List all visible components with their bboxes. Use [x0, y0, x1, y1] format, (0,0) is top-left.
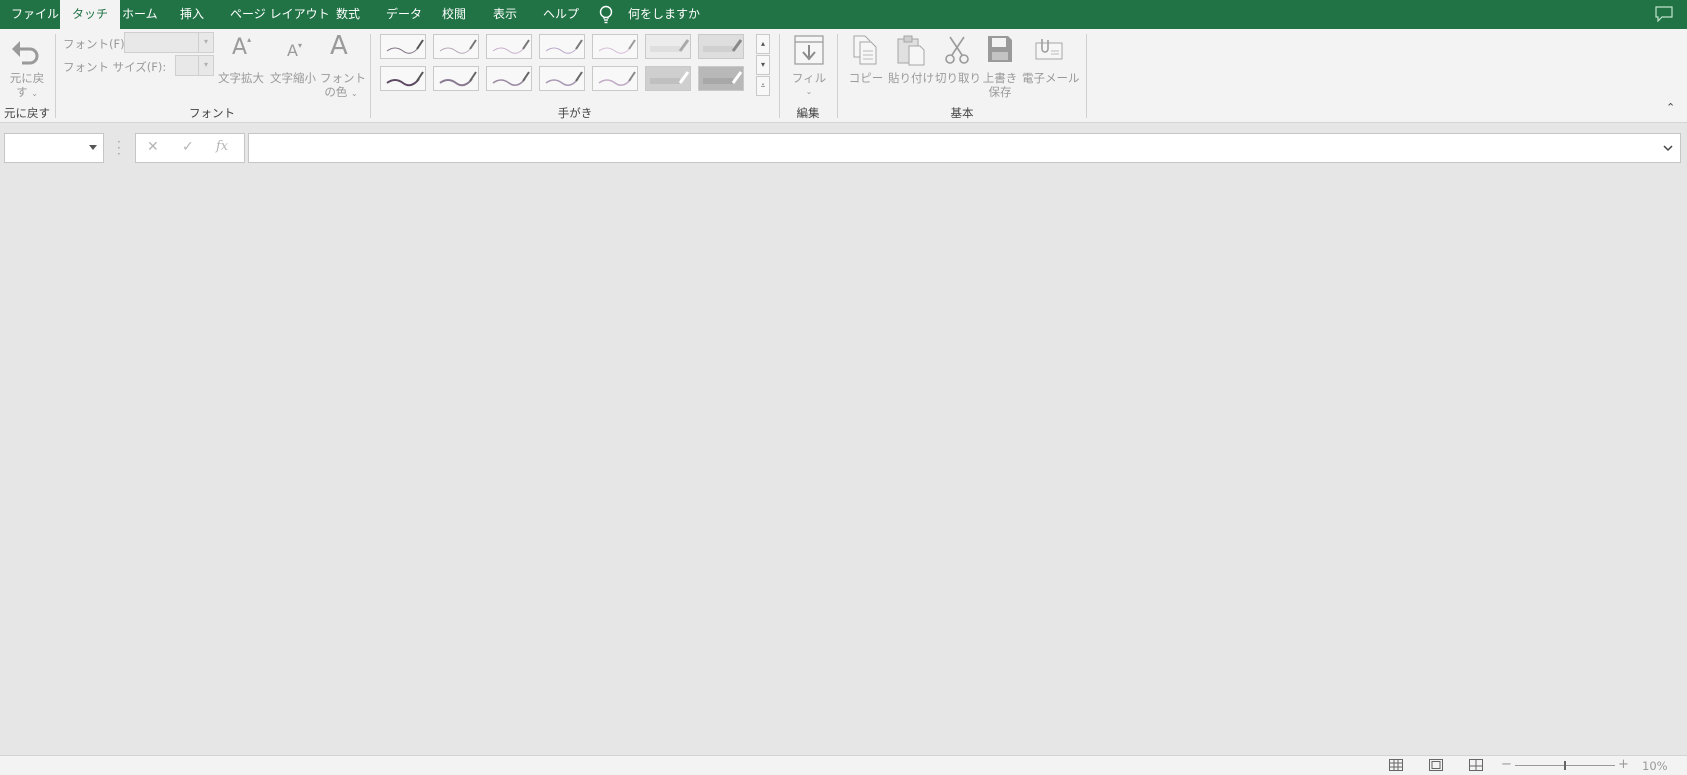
tell-me-search[interactable]: 何をしますか: [628, 0, 700, 29]
pen-item[interactable]: [486, 66, 532, 91]
copy-button[interactable]: コピー: [846, 71, 886, 85]
name-box[interactable]: [4, 133, 104, 163]
normal-view-icon[interactable]: [1389, 759, 1403, 771]
group-label-ink: 手がき: [557, 106, 593, 120]
copy-icon[interactable]: [852, 35, 878, 65]
font-color-label: フォント: [320, 71, 366, 85]
pen-item[interactable]: [380, 66, 426, 91]
undo-label-2: す: [16, 85, 28, 99]
paste-icon[interactable]: [896, 34, 926, 66]
page-layout-view-icon[interactable]: [1429, 759, 1443, 771]
cut-button[interactable]: 切り取り: [935, 71, 981, 85]
formula-input[interactable]: [248, 133, 1681, 163]
pen-item[interactable]: [380, 34, 426, 59]
pen-item[interactable]: [433, 66, 479, 91]
pen-item[interactable]: [539, 34, 585, 59]
save-label-2: 保存: [988, 85, 1012, 99]
fill-button[interactable]: フィル ⌄: [787, 71, 831, 99]
highlighter-item[interactable]: [645, 34, 691, 59]
tab-home[interactable]: ホーム: [122, 0, 158, 29]
chevron-down-icon[interactable]: [89, 145, 97, 150]
group-label-basic: 基本: [950, 106, 974, 120]
highlighter-item[interactable]: [698, 34, 744, 59]
status-bar: − + 10%: [0, 755, 1687, 775]
fill-label: フィル: [791, 71, 827, 85]
collapse-ribbon-icon[interactable]: ⌃: [1666, 101, 1675, 114]
pen-item[interactable]: [592, 34, 638, 59]
pen-item[interactable]: [539, 66, 585, 91]
undo-icon[interactable]: [10, 37, 42, 67]
group-divider: [55, 34, 56, 118]
email-attachment-icon[interactable]: [1034, 35, 1064, 61]
font-size-label: フォント サイズ(F):: [63, 60, 167, 74]
tab-touch[interactable]: タッチ: [60, 0, 121, 29]
chevron-down-icon: ⌄: [350, 89, 358, 98]
group-divider: [370, 34, 371, 118]
group-label-undo: 元に戻す: [4, 106, 50, 120]
formula-bar-grip-icon[interactable]: · · ·: [117, 136, 121, 160]
chevron-down-icon[interactable]: ▾: [198, 56, 213, 75]
cancel-icon[interactable]: ✕: [147, 139, 159, 155]
tab-formulas[interactable]: 数式: [336, 0, 360, 29]
insert-function-button[interactable]: fx: [216, 139, 228, 154]
ribbon: 元に戻 す ⌄ 元に戻す フォント(F): ▾ フォント サイズ(F): ▾ A…: [0, 29, 1687, 123]
shrink-font-button[interactable]: 文字縮小: [268, 71, 318, 85]
gallery-more-icon[interactable]: ⩡: [756, 76, 770, 96]
font-color-label-2: の色: [324, 85, 348, 99]
tab-insert[interactable]: 挿入: [180, 0, 204, 29]
enter-check-icon[interactable]: ✓: [182, 139, 194, 155]
save-button[interactable]: 上書き 保存: [980, 71, 1020, 99]
font-name-combobox[interactable]: ▾: [124, 32, 214, 53]
chevron-down-icon[interactable]: ▾: [198, 33, 213, 52]
workbook-area: [0, 166, 1687, 755]
paste-button[interactable]: 貼り付け: [888, 71, 934, 85]
group-divider: [837, 34, 838, 118]
save-label: 上書き: [982, 71, 1018, 85]
tab-review[interactable]: 校閲: [442, 0, 466, 29]
tab-file[interactable]: ファイル: [11, 0, 59, 29]
group-divider: [1086, 34, 1087, 118]
grow-font-icon[interactable]: A▴: [232, 35, 251, 60]
chevron-down-icon: ⌄: [805, 87, 813, 96]
zoom-level[interactable]: 10%: [1642, 759, 1668, 773]
highlighter-item[interactable]: [698, 66, 744, 91]
font-color-button[interactable]: フォント の色 ⌄: [320, 71, 366, 101]
highlighter-item[interactable]: [645, 66, 691, 91]
tab-data[interactable]: データ: [386, 0, 422, 29]
save-icon[interactable]: [987, 35, 1013, 63]
grow-font-button[interactable]: 文字拡大: [216, 71, 266, 85]
tab-page-layout[interactable]: ページ レイアウト: [230, 0, 330, 29]
zoom-slider-thumb[interactable]: [1564, 761, 1566, 770]
chevron-down-icon: ⌄: [31, 89, 38, 98]
lightbulb-icon[interactable]: [598, 5, 614, 25]
expand-formula-bar-icon[interactable]: [1662, 141, 1674, 155]
zoom-in-icon[interactable]: +: [1618, 757, 1629, 772]
fill-down-icon[interactable]: [794, 35, 824, 65]
font-name-label: フォント(F):: [63, 37, 129, 51]
tab-help[interactable]: ヘルプ: [543, 0, 579, 29]
comments-icon[interactable]: [1655, 6, 1673, 22]
font-size-combobox[interactable]: ▾: [175, 55, 214, 76]
menu-bar: ファイル タッチ ホーム 挿入 ページ レイアウト 数式 データ 校閲 表示 ヘ…: [0, 0, 1687, 29]
group-divider: [779, 34, 780, 118]
shrink-font-icon[interactable]: A▾: [287, 41, 302, 60]
gallery-scroll-up-icon[interactable]: ▴: [756, 34, 770, 54]
group-label-edit: 編集: [796, 106, 820, 120]
cut-icon[interactable]: [944, 35, 970, 65]
font-color-icon[interactable]: A: [330, 31, 348, 61]
tab-view[interactable]: 表示: [493, 0, 517, 29]
pen-item[interactable]: [486, 34, 532, 59]
zoom-out-icon[interactable]: −: [1501, 757, 1512, 772]
undo-label: 元に戻: [9, 71, 45, 85]
email-button[interactable]: 電子メール: [1022, 71, 1080, 85]
formula-buttons: ✕ ✓ fx: [135, 133, 245, 163]
page-break-preview-icon[interactable]: [1469, 759, 1483, 771]
pen-item[interactable]: [592, 66, 638, 91]
pen-gallery: [380, 34, 768, 96]
gallery-scroll-down-icon[interactable]: ▾: [756, 55, 770, 75]
group-label-font: フォント: [189, 106, 235, 120]
undo-button[interactable]: 元に戻 す ⌄: [6, 71, 48, 101]
pen-item[interactable]: [433, 34, 479, 59]
